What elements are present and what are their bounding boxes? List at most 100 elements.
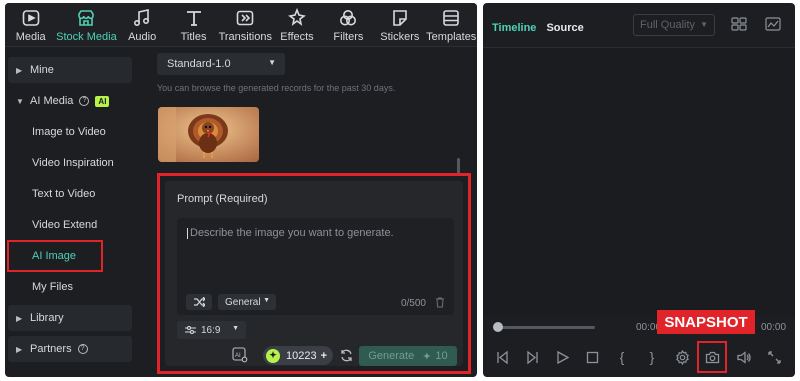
- volume-button[interactable]: [735, 349, 751, 365]
- total-time: 00:00: [761, 322, 787, 333]
- sidebar-item-ai-media[interactable]: ▼ AI Media ? AI: [8, 88, 132, 114]
- step-forward-icon: [526, 350, 538, 364]
- generate-credit-icon: ✦: [422, 350, 432, 363]
- tab-source[interactable]: Source: [546, 22, 583, 34]
- player-tabs: Timeline Source: [492, 22, 584, 34]
- quality-select[interactable]: Full Quality ▼: [633, 14, 715, 36]
- sidebar-item-label: My Files: [32, 281, 73, 293]
- tab-filters-label: Filters: [333, 31, 364, 43]
- prompt-highlight-box: Prompt (Required) Describe the image you…: [157, 173, 471, 374]
- add-credits-icon[interactable]: +: [321, 350, 327, 362]
- sidebar-item-video-extend[interactable]: Video Extend: [8, 212, 132, 238]
- sidebar-item-mine[interactable]: ▶ Mine: [8, 57, 132, 83]
- generate-button[interactable]: Generate ✦ 10: [359, 346, 457, 366]
- sidebar-item-video-inspiration[interactable]: Video Inspiration: [8, 150, 132, 176]
- model-select-value: Standard-1.0: [167, 58, 231, 70]
- prompt-placeholder: Describe the image you want to generate.: [190, 227, 394, 239]
- sidebar-item-my-files[interactable]: My Files: [8, 274, 132, 300]
- mark-out-button[interactable]: }: [644, 349, 660, 365]
- tab-audio-label: Audio: [128, 31, 157, 43]
- snapshot-highlight-box: [697, 341, 727, 373]
- previous-frame-button[interactable]: [494, 349, 510, 365]
- sidebar-item-image-to-video[interactable]: Image to Video: [8, 119, 132, 145]
- sidebar-item-label: Text to Video: [32, 188, 96, 200]
- chevron-down-icon: ▼: [263, 297, 270, 304]
- generate-label: Generate: [368, 350, 415, 362]
- video-preview[interactable]: [483, 47, 795, 317]
- tab-audio[interactable]: Audio: [116, 3, 167, 47]
- sidebar-item-label: Library: [30, 312, 64, 324]
- grid-view-icon[interactable]: [731, 17, 747, 31]
- sidebar-item-label: Image to Video: [32, 126, 106, 138]
- speaker-icon: [736, 350, 751, 364]
- transition-icon: [236, 10, 254, 26]
- tab-media-label: Media: [15, 31, 46, 43]
- tab-stock-media[interactable]: Stock Media: [56, 3, 117, 47]
- music-note-icon: [134, 9, 150, 27]
- sidebar: ▶ Mine ▼ AI Media ? AI Image to Video Vi…: [5, 53, 135, 373]
- stop-button[interactable]: [584, 349, 600, 365]
- style-select[interactable]: General ▼: [218, 294, 276, 310]
- play-button[interactable]: [554, 349, 570, 365]
- templates-icon: [443, 10, 460, 26]
- gear-icon: [675, 349, 689, 365]
- player-panel: Timeline Source Full Quality ▼ 00:00 00:…: [483, 3, 795, 377]
- media-icon: [22, 10, 40, 26]
- mark-in-icon: {: [619, 349, 625, 365]
- stock-media-icon: [78, 10, 95, 26]
- fullscreen-button[interactable]: [766, 349, 782, 365]
- generated-image-thumbnail[interactable]: [158, 107, 259, 162]
- model-select[interactable]: Standard-1.0 ▼: [157, 53, 285, 75]
- char-count: 0/500: [400, 298, 426, 309]
- shuffle-icon: [193, 297, 205, 307]
- credits-pill[interactable]: ✦ 10223 +: [263, 346, 333, 365]
- help-icon[interactable]: ?: [79, 96, 90, 106]
- ai-image-tool-icon[interactable]: AI: [232, 347, 248, 363]
- sidebar-item-partners[interactable]: ▶ Partners ?: [8, 336, 132, 362]
- text-cursor: [187, 228, 188, 239]
- ai-badge: AI: [95, 95, 110, 107]
- tab-effects-label: Effects: [280, 31, 314, 43]
- tab-stickers-label: Stickers: [380, 31, 420, 43]
- tab-media[interactable]: Media: [5, 3, 56, 47]
- chevron-down-icon: ▼: [232, 325, 239, 332]
- tab-filters[interactable]: Filters: [323, 3, 374, 47]
- tab-titles-label: Titles: [180, 31, 207, 43]
- browse-note: You can browse the generated records for…: [157, 83, 396, 93]
- scopes-icon[interactable]: [765, 17, 781, 31]
- playhead-knob[interactable]: [493, 322, 503, 332]
- svg-text:AI: AI: [235, 353, 241, 359]
- top-toolbar: Media Stock Media Audio Titles Transitio…: [5, 3, 477, 47]
- settings-button[interactable]: [674, 349, 690, 365]
- caret-right-icon: ▶: [16, 313, 23, 323]
- sidebar-item-text-to-video[interactable]: Text to Video: [8, 181, 132, 207]
- shuffle-button[interactable]: [186, 294, 212, 310]
- tab-titles[interactable]: Titles: [168, 3, 219, 47]
- help-icon[interactable]: ?: [77, 344, 88, 354]
- mark-in-button[interactable]: {: [614, 349, 630, 365]
- trash-icon[interactable]: [435, 297, 445, 308]
- refresh-icon[interactable]: [340, 349, 353, 362]
- prompt-title: Prompt (Required): [177, 193, 268, 205]
- next-frame-button[interactable]: [524, 349, 540, 365]
- chevron-down-icon: ▼: [268, 58, 276, 67]
- tab-stickers[interactable]: Stickers: [374, 3, 425, 47]
- aspect-ratio-select[interactable]: 16:9 ▼: [177, 321, 246, 339]
- sidebar-item-library[interactable]: ▶ Library: [8, 305, 132, 331]
- caret-right-icon: ▶: [16, 344, 23, 354]
- sliders-icon: [185, 325, 196, 335]
- prompt-input[interactable]: Describe the image you want to generate.…: [177, 218, 454, 315]
- sidebar-item-label: Mine: [30, 64, 54, 76]
- text-t-icon: [186, 11, 201, 26]
- tab-templates[interactable]: Templates: [426, 3, 477, 47]
- step-back-icon: [496, 350, 508, 364]
- stop-icon: [586, 351, 598, 363]
- tab-effects[interactable]: Effects: [271, 3, 322, 47]
- prompt-panel: Prompt (Required) Describe the image you…: [165, 181, 463, 366]
- caret-right-icon: ▶: [16, 65, 23, 75]
- tab-transitions[interactable]: Transitions: [219, 3, 272, 47]
- snapshot-callout: SNAPSHOT: [657, 310, 755, 334]
- aspect-ratio-value: 16:9: [201, 324, 221, 336]
- tab-timeline[interactable]: Timeline: [492, 22, 536, 34]
- playback-scrubber[interactable]: [497, 326, 595, 329]
